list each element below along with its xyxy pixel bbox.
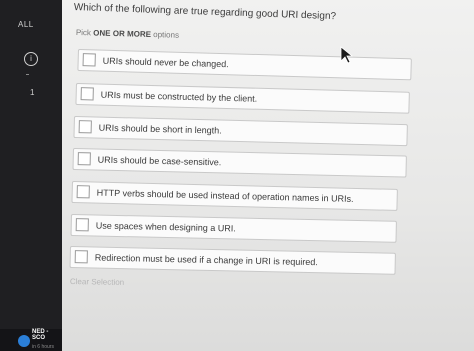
option-checkbox[interactable] — [75, 218, 89, 232]
option-checkbox[interactable] — [78, 120, 92, 134]
instructions-suffix: options — [153, 30, 180, 40]
option-label: Use spaces when designing a URI. — [95, 220, 236, 234]
option-label: URIs must be constructed by the client. — [100, 89, 258, 104]
filter-all-label[interactable]: ALL — [18, 20, 34, 29]
option-label: HTTP verbs should be used instead of ope… — [96, 187, 354, 204]
info-circle-icon[interactable]: i — [24, 52, 38, 66]
option-checkbox[interactable] — [74, 250, 88, 264]
option-label: URIs should be short in length. — [98, 122, 222, 136]
option-checkbox[interactable] — [76, 185, 90, 199]
option-label: Redirection must be used if a change in … — [94, 252, 318, 268]
option-checkbox[interactable] — [80, 87, 94, 101]
option-label: URIs should be case-sensitive. — [97, 154, 222, 168]
clear-selection-link[interactable]: Clear Selection — [70, 277, 124, 287]
sidebar: ALL i 1 NED - SCO in 6 hours — [0, 0, 62, 351]
divider — [26, 74, 29, 75]
instructions-prefix: Pick — [75, 28, 92, 38]
option-checkbox[interactable] — [82, 53, 96, 67]
question-number[interactable]: 1 — [30, 88, 34, 97]
mouse-pointer-icon — [340, 46, 354, 64]
option-label: URIs should never be changed. — [102, 55, 229, 70]
instructions-emphasis: ONE OR MORE — [93, 28, 152, 39]
account-name: NED - SCO — [32, 329, 49, 341]
account-bar: NED - SCO in 6 hours — [0, 329, 62, 351]
option-checkbox[interactable] — [77, 152, 91, 166]
account-subtext: in 6 hours — [32, 344, 54, 350]
account-avatar-icon[interactable] — [18, 335, 30, 347]
